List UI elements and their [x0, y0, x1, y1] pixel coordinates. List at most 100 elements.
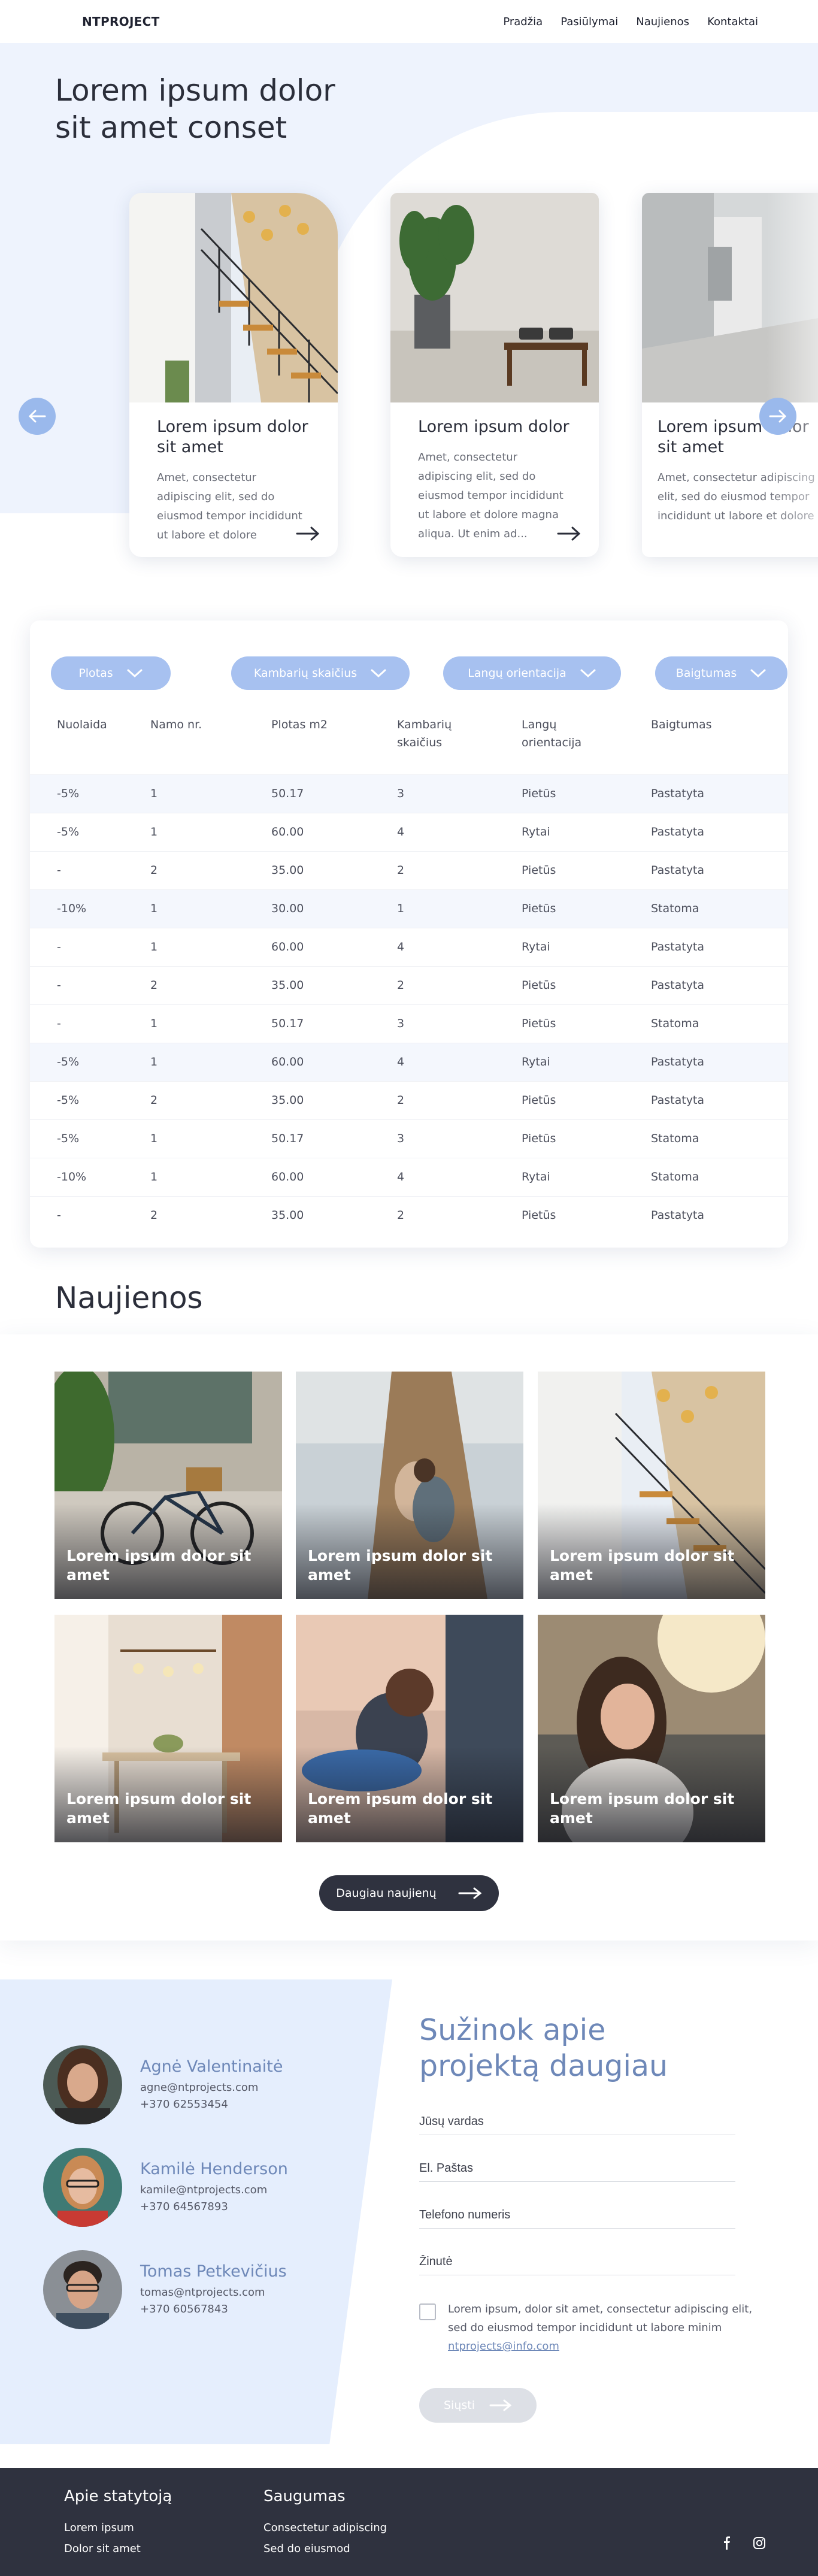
column-header-namo-nr[interactable]: Namo nr. — [150, 716, 271, 774]
consent-email-link[interactable]: ntprojects@info.com — [448, 2340, 559, 2353]
news-tile[interactable]: Lorem ipsum dolor sit amet — [538, 1372, 765, 1599]
table-cell: -10% — [30, 1157, 150, 1196]
avatar — [43, 2250, 122, 2329]
table-row[interactable]: -5% 1 60.00 4 Rytai Pastatyta — [30, 1042, 788, 1081]
contact-section: Agnė Valentinaitė agne@ntprojects.com +3… — [0, 1979, 818, 2444]
table-cell: Rytai — [522, 927, 651, 966]
table-row[interactable]: -2 35.00 2 Pietūs Pastatyta — [30, 850, 788, 889]
filter-bar: Plotas Kambarių skaičius Langų orientaci… — [30, 620, 788, 698]
send-button[interactable]: Siųsti — [419, 2388, 537, 2423]
project-card[interactable]: Lorem ipsum dolor sit amet Amet, consect… — [129, 193, 338, 557]
consent-row: Lorem ipsum, dolor sit amet, consectetur… — [419, 2300, 755, 2356]
table-row[interactable]: -1 50.17 3 Pietūs Statoma — [30, 1004, 788, 1043]
column-header-baigtumas[interactable]: Baigtumas — [651, 716, 788, 774]
news-tile[interactable]: Lorem ipsum dolor sit amet — [296, 1372, 523, 1599]
arrow-right-icon — [489, 2399, 512, 2411]
project-card[interactable]: Lorem ipsum dolor Amet, consectetur adip… — [390, 193, 599, 557]
footer-link[interactable]: Sed do eiusmod — [263, 2538, 387, 2559]
table-cell: 2 — [397, 850, 522, 889]
filter-label: Langų orientacija — [468, 667, 566, 680]
news-tile[interactable]: Lorem ipsum dolor sit amet — [54, 1372, 282, 1599]
message-input[interactable] — [419, 2255, 735, 2269]
filter-kambariu-skaicius[interactable]: Kambarių skaičius — [231, 656, 410, 690]
news-tile[interactable]: Lorem ipsum dolor sit amet — [54, 1615, 282, 1842]
table-row[interactable]: -2 35.00 2 Pietūs Pastatyta — [30, 1195, 788, 1234]
column-header-langu-orientacija[interactable]: Langų orientacija — [522, 716, 651, 774]
table-cell: 35.00 — [271, 965, 397, 1004]
email-field-wrap — [419, 2146, 735, 2182]
news-tile-title: Lorem ipsum dolor sit amet — [66, 1790, 252, 1827]
footer-link[interactable]: Lorem ipsum — [64, 2517, 172, 2538]
menu-item-pasiulymai[interactable]: Pasiūlymai — [561, 16, 618, 28]
table-row[interactable]: -2 35.00 2 Pietūs Pastatyta — [30, 965, 788, 1004]
news-tile-title: Lorem ipsum dolor sit amet — [308, 1547, 493, 1584]
table-row[interactable]: -5% 2 35.00 2 Pietūs Pastatyta — [30, 1080, 788, 1119]
contact-phone[interactable]: +370 64567893 — [140, 2199, 288, 2215]
table-cell: 60.00 — [271, 812, 397, 851]
contact-email[interactable]: kamile@ntprojects.com — [140, 2182, 288, 2199]
arrow-right-icon[interactable] — [296, 526, 320, 541]
contact-email[interactable]: agne@ntprojects.com — [140, 2079, 283, 2096]
filter-plotas[interactable]: Plotas — [51, 656, 171, 690]
logo[interactable]: NTPROJECT — [82, 14, 160, 29]
contact-phone[interactable]: +370 62553454 — [140, 2096, 283, 2113]
more-news-button[interactable]: Daugiau naujienų — [319, 1875, 499, 1911]
contact-email[interactable]: tomas@ntprojects.com — [140, 2284, 287, 2301]
card-title: Lorem ipsum dolor — [418, 417, 569, 436]
table-cell: -5% — [30, 1119, 150, 1158]
more-news-label: Daugiau naujienų — [336, 1887, 437, 1900]
footer-column-security: Saugumas Consectetur adipiscing Sed do e… — [263, 2487, 387, 2559]
email-input[interactable] — [419, 2162, 735, 2175]
menu-item-kontaktai[interactable]: Kontaktai — [707, 16, 758, 28]
filter-langu-orientacija[interactable]: Langų orientacija — [443, 656, 621, 690]
card-image-plant-interior — [390, 193, 599, 402]
column-header-kambariu-skaicius[interactable]: Kambarių skaičius — [397, 716, 522, 774]
table-cell: Rytai — [522, 1157, 651, 1196]
chevron-down-icon — [127, 669, 143, 678]
table-row[interactable]: -5% 1 60.00 4 Rytai Pastatyta — [30, 812, 788, 851]
table-cell: 1 — [150, 1042, 271, 1081]
name-input[interactable] — [419, 2115, 735, 2129]
news-tile[interactable]: Lorem ipsum dolor sit amet — [296, 1615, 523, 1842]
table-cell: 1 — [150, 927, 271, 966]
filter-baigtumas[interactable]: Baigtumas — [655, 656, 787, 690]
footer-link[interactable]: Consectetur adipiscing — [263, 2517, 387, 2538]
table-cell: -5% — [30, 774, 150, 813]
news-tile[interactable]: Lorem ipsum dolor sit amet — [538, 1615, 765, 1842]
footer-column-about: Apie statytoją Lorem ipsum Dolor sit ame… — [64, 2487, 172, 2559]
table-row[interactable]: -5% 1 50.17 3 Pietūs Statoma — [30, 1119, 788, 1158]
column-header-nuolaida[interactable]: Nuolaida — [30, 716, 150, 774]
table-cell: 2 — [397, 1080, 522, 1119]
menu-item-naujienos[interactable]: Naujienos — [636, 16, 689, 28]
table-row[interactable]: -10% 1 60.00 4 Rytai Statoma — [30, 1157, 788, 1196]
footer-link[interactable]: Dolor sit amet — [64, 2538, 172, 2559]
column-header-plotas[interactable]: Plotas m2 — [271, 716, 397, 774]
table-cell: 1 — [397, 889, 522, 928]
phone-input[interactable] — [419, 2208, 735, 2222]
carousel-next-button[interactable] — [759, 398, 796, 435]
card-title: Lorem ipsum dolor sit amet — [157, 417, 308, 456]
table-cell: 30.00 — [271, 889, 397, 928]
project-card[interactable]: Lorem ipsum dolor sit amet Amet, consect… — [642, 193, 818, 557]
table-row[interactable]: -1 60.00 4 Rytai Pastatyta — [30, 927, 788, 966]
arrow-right-icon[interactable] — [557, 526, 581, 541]
footer-heading: Apie statytoją — [64, 2487, 172, 2505]
consent-checkbox[interactable] — [419, 2303, 436, 2320]
table-cell: 2 — [397, 1195, 522, 1234]
table-row[interactable]: -5% 1 50.17 3 Pietūs Pastatyta — [30, 774, 788, 813]
contact-phone[interactable]: +370 60567843 — [140, 2301, 287, 2318]
avatar — [43, 2148, 122, 2227]
carousel-prev-button[interactable] — [19, 398, 56, 435]
table-cell: Pastatyta — [651, 850, 788, 889]
offers-table-panel: Plotas Kambarių skaičius Langų orientaci… — [30, 620, 788, 1248]
facebook-icon[interactable] — [720, 2536, 734, 2550]
table-cell: Pietūs — [522, 1004, 651, 1043]
instagram-icon[interactable] — [752, 2536, 767, 2550]
menu-item-pradzia[interactable]: Pradžia — [503, 16, 543, 28]
arrow-left-icon — [28, 410, 46, 423]
table-row[interactable]: -10% 1 30.00 1 Pietūs Statoma — [30, 889, 788, 928]
filter-label: Plotas — [78, 667, 113, 680]
table-cell: Rytai — [522, 812, 651, 851]
